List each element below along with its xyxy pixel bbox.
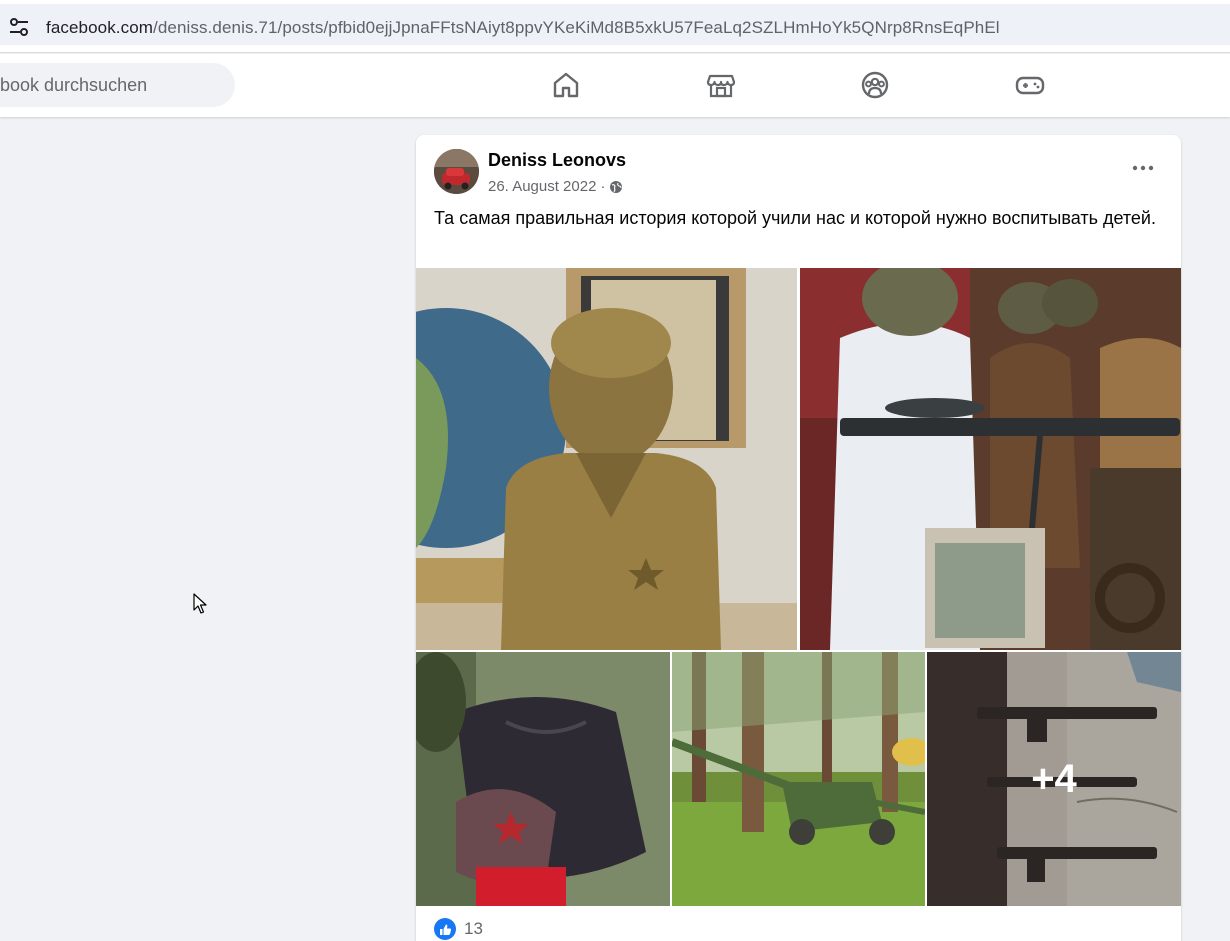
field-gun-photo <box>672 652 925 906</box>
url-host: facebook.com <box>46 18 154 37</box>
gaming-icon[interactable] <box>1012 67 1048 103</box>
url-text[interactable]: facebook.com/deniss.denis.71/posts/pfbid… <box>46 18 1000 38</box>
post-text: Та самая правильная история которой учил… <box>434 208 1156 228</box>
post-photo-5[interactable]: +4 <box>927 652 1181 906</box>
url-path: /deniss.denis.71/posts/pfbid0ejjJpnaFFts… <box>153 18 1000 37</box>
home-icon[interactable] <box>548 67 584 103</box>
avatar[interactable] <box>434 149 479 194</box>
avatar-image <box>434 149 479 194</box>
post-photo-2[interactable] <box>800 268 1181 650</box>
browser-address-bar: facebook.com/deniss.denis.71/posts/pfbid… <box>0 0 1230 53</box>
more-photos-count: +4 <box>1031 756 1077 801</box>
post-card: Deniss Leonovs 26. August 2022 · Та сама… <box>416 135 1181 941</box>
post-date[interactable]: 26. August 2022 <box>488 178 596 195</box>
marketplace-icon[interactable] <box>703 67 739 103</box>
post-meta: 26. August 2022 · <box>488 178 623 195</box>
post-photo-1[interactable] <box>416 268 797 650</box>
bust-photo <box>416 268 797 650</box>
mouse-cursor-icon <box>193 593 207 614</box>
post-photo-3[interactable] <box>416 652 670 906</box>
reactions-summary[interactable]: 13 <box>434 918 483 940</box>
globe-icon <box>610 180 623 193</box>
groups-icon[interactable] <box>857 67 893 103</box>
site-settings-icon[interactable] <box>8 16 30 38</box>
search-placeholder: book durchsuchen <box>0 75 148 95</box>
url-field[interactable]: facebook.com/deniss.denis.71/posts/pfbid… <box>0 4 1230 45</box>
search-input[interactable]: book durchsuchen <box>0 63 235 107</box>
uniforms-photo <box>800 268 1181 650</box>
post-author[interactable]: Deniss Leonovs <box>488 150 626 171</box>
jacket-photo <box>416 652 670 906</box>
post-photo-4[interactable] <box>672 652 925 906</box>
like-icon <box>434 918 456 940</box>
facebook-top-nav: book durchsuchen <box>0 54 1230 117</box>
like-count[interactable]: 13 <box>464 919 483 939</box>
meta-separator: · <box>600 178 606 195</box>
more-options-icon[interactable] <box>1128 153 1158 183</box>
more-photos-overlay[interactable]: +4 <box>927 652 1181 906</box>
